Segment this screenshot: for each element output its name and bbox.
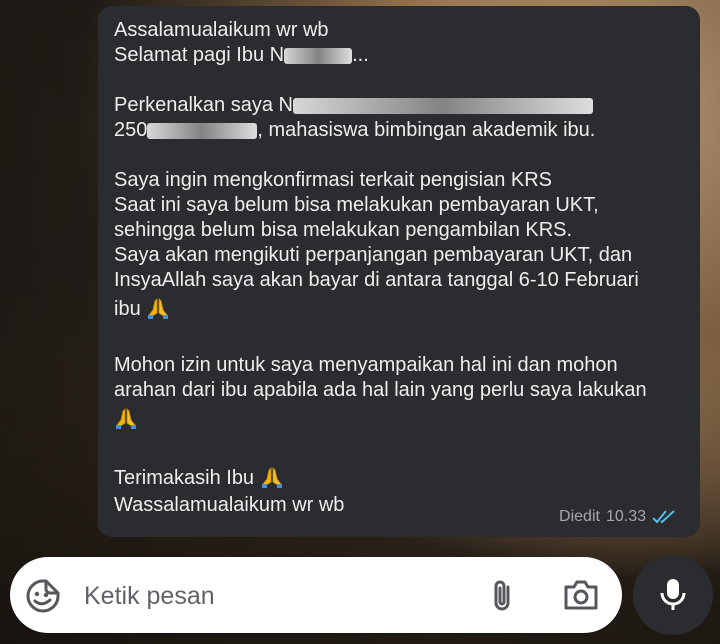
message-line: Perkenalkan saya N — [114, 93, 684, 118]
microphone-icon — [660, 579, 686, 610]
paperclip-icon[interactable] — [488, 579, 518, 613]
message-input[interactable] — [82, 575, 466, 617]
message-bubble[interactable]: Assalamualaikum wr wb Selamat pagi Ibu N… — [98, 6, 700, 537]
message-line: sehingga belum bisa melakukan pengambila… — [114, 219, 573, 241]
message-line: Selamat pagi Ibu N... — [114, 44, 369, 66]
message-composer — [10, 557, 622, 633]
message-line: Saya ingin mengkonfirmasi terkait pengis… — [114, 169, 552, 191]
redacted-id — [147, 122, 258, 139]
message-line: arahan dari ibu apabila ada hal lain yan… — [114, 379, 647, 401]
edited-label: Diedit — [559, 508, 600, 525]
message-line: Mohon izin untuk saya menyampaikan hal i… — [114, 354, 618, 376]
message-line: 250, mahasiswa bimbingan akademik ibu. — [114, 119, 596, 141]
message-line: Saat ini saya belum bisa melakukan pemba… — [114, 194, 599, 216]
praying-hands-icon — [261, 467, 282, 488]
message-line: Assalamualaikum wr wb — [114, 19, 329, 41]
praying-hands-icon — [148, 298, 169, 319]
message-line: Saya akan mengikuti perpanjangan pembaya… — [114, 244, 633, 266]
praying-hands-icon — [116, 408, 136, 429]
mic-button[interactable] — [633, 555, 713, 635]
message-line: Terimakasih Ibu — [114, 463, 684, 493]
double-check-icon — [652, 509, 678, 525]
camera-icon[interactable] — [563, 579, 599, 611]
sticker-emoji-icon[interactable] — [26, 579, 60, 613]
message-line: ibu — [114, 293, 684, 325]
message-line: InsyaAllah saya akan bayar di antara tan… — [114, 269, 639, 291]
redacted-name — [292, 97, 593, 114]
message-time: 10.33 — [605, 508, 646, 525]
message-meta: Diedit 10.33 — [559, 504, 678, 529]
message-line — [114, 403, 684, 435]
redacted-name — [284, 47, 353, 64]
